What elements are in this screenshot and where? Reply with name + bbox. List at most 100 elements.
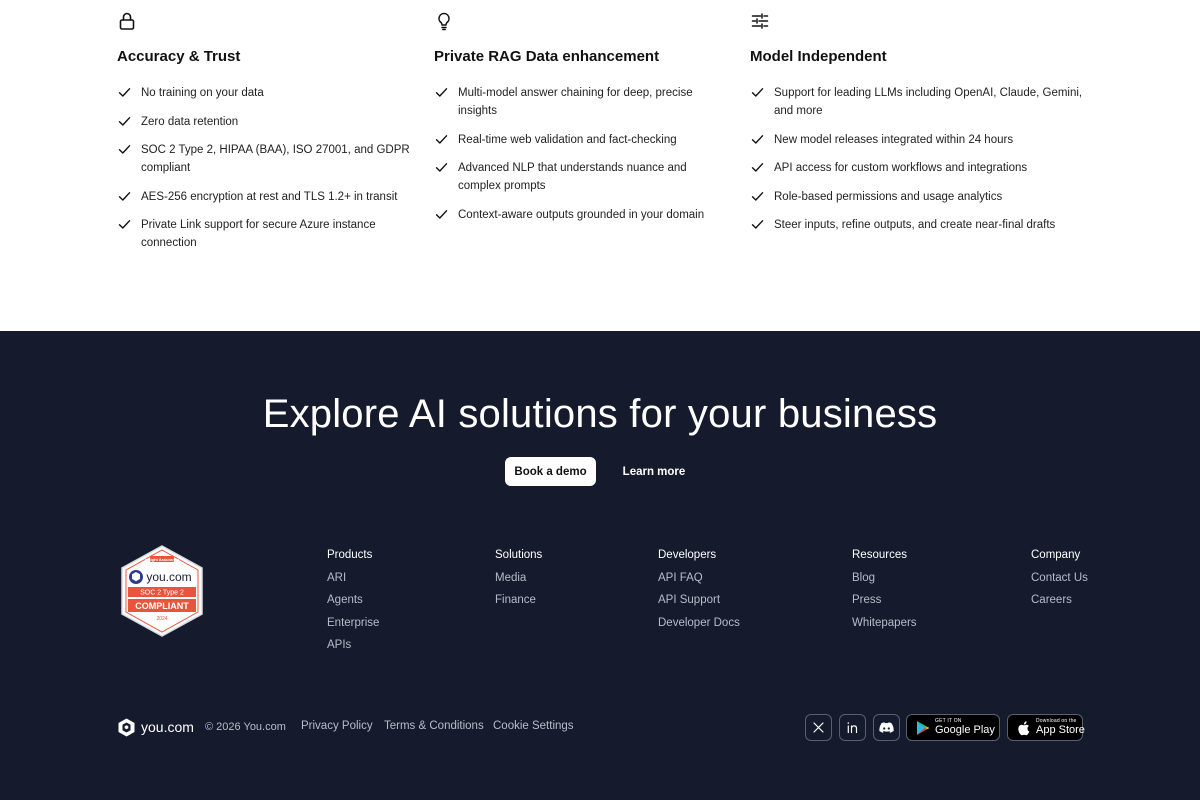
check-icon: [751, 190, 764, 203]
check-icon: [118, 218, 131, 231]
footer-link-agents[interactable]: Agents: [327, 593, 379, 616]
feature-item-text: Private Link support for secure Azure in…: [141, 219, 376, 249]
learn-more-button[interactable]: Learn more: [613, 457, 695, 486]
check-icon: [118, 143, 131, 156]
soc2-compliance-badge: Insight Assurance you.com SOC 2 Type 2 C…: [119, 545, 205, 637]
features-section: Accuracy & Trust No training on your dat…: [0, 0, 1200, 331]
feature-item-text: Role-based permissions and usage analyti…: [774, 190, 1003, 203]
footer-section: Explore AI solutions for your business B…: [0, 331, 1200, 800]
footer-link-enterprise[interactable]: Enterprise: [327, 616, 379, 639]
feature-list: Multi-model answer chaining for deep, pr…: [434, 84, 724, 234]
cta-title: Explore AI solutions for your business: [262, 392, 938, 436]
feature-item-text: Support for leading LLMs including OpenA…: [774, 87, 1083, 117]
feature-item-text: No training on your data: [141, 87, 264, 99]
feature-item: Real-time web validation and fact-checki…: [434, 131, 724, 149]
badge-status-text: COMPLIANT: [135, 601, 189, 611]
discord-social-button[interactable]: [873, 714, 900, 741]
feature-item-text: AES-256 encryption at rest and TLS 1.2+ …: [141, 190, 398, 203]
feature-item: API access for custom workflows and inte…: [750, 159, 1085, 177]
footer-link-contact-us[interactable]: Contact Us: [1031, 571, 1088, 594]
footer-link-careers[interactable]: Careers: [1031, 593, 1088, 616]
copyright-text: © 2026 You.com: [205, 721, 286, 733]
badge-issuer-text: Insight Assurance: [145, 557, 180, 562]
feature-item: Steer inputs, refine outputs, and create…: [750, 216, 1085, 234]
feature-item: SOC 2 Type 2, HIPAA (BAA), ISO 27001, an…: [117, 141, 417, 177]
brand-name[interactable]: you.com: [141, 719, 194, 735]
discord-icon: [879, 721, 894, 734]
footer-link-blog[interactable]: Blog: [852, 571, 917, 594]
check-icon: [118, 190, 131, 203]
feature-item: Zero data retention: [117, 113, 417, 131]
sliders-icon: [750, 11, 770, 31]
footer-heading: Products: [327, 549, 373, 561]
check-icon: [435, 161, 448, 174]
footer-link-developer-docs[interactable]: Developer Docs: [658, 616, 740, 639]
google-play-icon: [915, 720, 931, 736]
lightbulb-icon: [434, 11, 454, 31]
feature-item: Support for leading LLMs including OpenA…: [750, 84, 1085, 120]
feature-item: Role-based permissions and usage analyti…: [750, 188, 1085, 206]
linkedin-social-button[interactable]: [839, 714, 866, 741]
feature-item-text: Steer inputs, refine outputs, and create…: [774, 219, 1056, 231]
app-store-button[interactable]: Download on the App Store: [1007, 714, 1085, 741]
feature-item-text: API access for custom workflows and inte…: [774, 162, 1028, 174]
check-icon: [751, 161, 764, 174]
feature-item: Advanced NLP that understands nuance and…: [434, 159, 724, 195]
feature-item-text: Zero data retention: [141, 115, 239, 128]
footer-column-developers: Developers API FAQ API Support Developer…: [658, 548, 740, 638]
footer-link-api-support[interactable]: API Support: [658, 593, 740, 616]
feature-item-text: Advanced NLP that understands nuance and…: [458, 162, 687, 192]
feature-item: New model releases integrated within 24 …: [750, 131, 1085, 149]
footer-column-company: Company Contact Us Careers: [1031, 548, 1088, 616]
privacy-policy-link[interactable]: Privacy Policy: [301, 720, 373, 732]
footer-link-ari[interactable]: ARI: [327, 571, 379, 594]
badge-brand-text: you.com: [146, 570, 191, 584]
feature-item: AES-256 encryption at rest and TLS 1.2+ …: [117, 188, 417, 206]
book-demo-button[interactable]: Book a demo: [505, 457, 596, 486]
cookie-settings-link[interactable]: Cookie Settings: [493, 720, 574, 732]
footer-heading: Company: [1031, 549, 1081, 561]
app-store-text: App Store: [1036, 724, 1085, 736]
badge-type-text: SOC 2 Type 2: [140, 590, 184, 597]
youcom-logo-icon[interactable]: [117, 718, 136, 737]
feature-item-text: SOC 2 Type 2, HIPAA (BAA), ISO 27001, an…: [141, 144, 410, 174]
footer-link-whitepapers[interactable]: Whitepapers: [852, 616, 917, 639]
feature-list: Support for leading LLMs including OpenA…: [750, 84, 1085, 245]
x-icon: [813, 722, 824, 733]
x-social-button[interactable]: [805, 714, 832, 741]
check-icon: [435, 133, 448, 146]
linkedin-icon: [846, 721, 859, 734]
footer-link-api-faq[interactable]: API FAQ: [658, 571, 740, 594]
footer-link-media[interactable]: Media: [495, 571, 542, 594]
check-icon: [118, 86, 131, 99]
check-icon: [435, 208, 448, 221]
check-icon: [751, 218, 764, 231]
feature-title: Accuracy & Trust: [117, 48, 241, 65]
feature-item-text: Real-time web validation and fact-checki…: [458, 133, 677, 146]
google-play-text: Google Play: [935, 724, 995, 736]
check-icon: [751, 86, 764, 99]
lock-icon: [117, 11, 137, 31]
google-play-button[interactable]: GET IT ON Google Play: [906, 714, 1000, 741]
check-icon: [118, 115, 131, 128]
feature-title: Model Independent: [750, 48, 887, 65]
feature-item-text: New model releases integrated within 24 …: [774, 133, 1014, 146]
footer-link-press[interactable]: Press: [852, 593, 917, 616]
badge-year-text: 2024: [156, 616, 167, 622]
apple-icon: [1016, 720, 1032, 736]
check-icon: [435, 86, 448, 99]
footer-column-resources: Resources Blog Press Whitepapers: [852, 548, 917, 638]
footer-link-finance[interactable]: Finance: [495, 593, 542, 616]
footer-column-solutions: Solutions Media Finance: [495, 548, 542, 616]
feature-item-text: Multi-model answer chaining for deep, pr…: [458, 87, 693, 117]
footer-heading: Developers: [658, 549, 717, 561]
terms-conditions-link[interactable]: Terms & Conditions: [384, 720, 484, 732]
feature-item: Context-aware outputs grounded in your d…: [434, 206, 724, 224]
feature-item: Multi-model answer chaining for deep, pr…: [434, 84, 724, 120]
feature-title: Private RAG Data enhancement: [434, 48, 660, 65]
footer-heading: Resources: [852, 549, 907, 561]
feature-list: No training on your data Zero data reten…: [117, 84, 417, 263]
feature-item: No training on your data: [117, 84, 417, 102]
footer-heading: Solutions: [495, 549, 543, 561]
footer-link-apis[interactable]: APIs: [327, 638, 379, 661]
